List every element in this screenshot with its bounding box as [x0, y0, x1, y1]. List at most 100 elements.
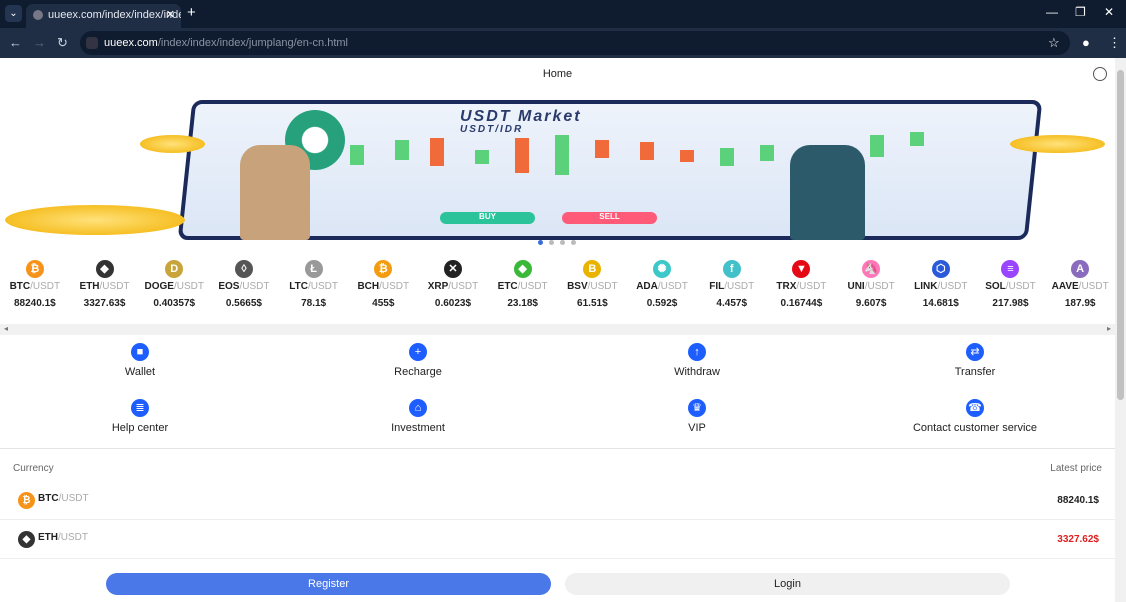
ticker-item[interactable]: ✕ XRP/USDT 0.6023$	[418, 260, 488, 320]
maximize-button[interactable]: ❐	[1075, 5, 1086, 19]
ticker-pair: UNI/USDT	[847, 281, 895, 292]
market-row[interactable]: ₿ BTC/USDT 88240.1$	[0, 481, 1115, 520]
carousel-dot[interactable]	[571, 240, 576, 245]
ticker-item[interactable]: 🦄 UNI/USDT 9.607$	[836, 260, 906, 320]
menu-item-label: Help center	[111, 422, 169, 434]
etc-coin-icon: ◆	[513, 260, 532, 278]
menu-item-investment[interactable]: ⌂ Investment	[318, 399, 518, 434]
arrow-up-icon: ↑	[688, 343, 706, 361]
site-info-icon[interactable]	[86, 37, 98, 49]
browser-toolbar: ← → ↻ uueex.com/index/index/index/jumpla…	[0, 28, 1126, 58]
forward-icon[interactable]: →	[33, 35, 46, 50]
coin-illustration	[5, 205, 185, 235]
url-domain: uueex.com	[104, 37, 158, 49]
btc-coin-icon: ₿	[18, 492, 35, 509]
banner-sell: SELL	[562, 212, 657, 224]
ticker-item[interactable]: f FIL/USDT 4.457$	[697, 260, 767, 320]
profile-icon[interactable]: ●	[1082, 35, 1090, 50]
menu-dots-icon[interactable]: ⋮	[1108, 35, 1121, 51]
ticker-price: 9.607$	[855, 298, 887, 309]
menu-item-transfer[interactable]: ⇄ Transfer	[875, 343, 1075, 378]
ticker-item[interactable]: ✺ ADA/USDT 0.592$	[627, 260, 697, 320]
ticker-price: 14.681$	[922, 298, 959, 309]
btc-coin-icon: ₿	[25, 260, 44, 278]
divider	[0, 448, 1115, 449]
candle	[680, 150, 694, 162]
bank-icon: ⌂	[409, 399, 427, 417]
menu-item-wallet[interactable]: ■ Wallet	[40, 343, 240, 378]
register-button[interactable]: Register	[106, 573, 551, 595]
menu-item-vip[interactable]: ♛ VIP	[597, 399, 797, 434]
ticker-price: 23.18$	[507, 298, 538, 309]
ada-coin-icon: ✺	[653, 260, 672, 278]
globe-icon[interactable]	[1093, 67, 1107, 81]
carousel-dot[interactable]	[538, 240, 543, 245]
ticker-pair: FIL/USDT	[709, 281, 755, 292]
login-button[interactable]: Login	[565, 573, 1010, 595]
ticker-price: 3327.63$	[83, 298, 126, 309]
ticker-pair: LTC/USDT	[289, 281, 338, 292]
carousel-dots[interactable]	[538, 232, 582, 250]
ticker-item[interactable]: Ł LTC/USDT 78.1$	[279, 260, 349, 320]
tab-title: uueex.com/index/index/index/j	[48, 9, 181, 21]
close-window-button[interactable]: ✕	[1104, 5, 1114, 19]
candle	[555, 135, 569, 175]
carousel-dot[interactable]	[560, 240, 565, 245]
banner-carousel[interactable]: USDT Market USDT/IDR BUY SELL	[0, 90, 1115, 240]
ticker-pair: BCH/USDT	[357, 281, 410, 292]
ticker-item[interactable]: ₿ BCH/USDT 455$	[348, 260, 418, 320]
ticker-pair: BSV/USDT	[567, 281, 618, 292]
ticker-item[interactable]: A AAVE/USDT 187.9$	[1045, 260, 1115, 320]
ticker-pair: ETH/USDT	[79, 281, 130, 292]
person-illustration	[790, 145, 865, 240]
bsv-coin-icon: B	[583, 260, 602, 278]
menu-item-contact-customer-service[interactable]: ☎ Contact customer service	[875, 399, 1075, 434]
url-path: /index/index/index/jumplang/en-cn.html	[157, 37, 348, 49]
minimize-button[interactable]: —	[1046, 5, 1058, 19]
ticker-pair: LINK/USDT	[914, 281, 968, 292]
ticker-item[interactable]: ⬡ LINK/USDT 14.681$	[906, 260, 976, 320]
candle	[350, 145, 364, 165]
market-row[interactable]: ◆ ETH/USDT 3327.62$	[0, 520, 1115, 559]
coin-illustration	[1010, 135, 1105, 153]
ticker-item[interactable]: ≡ SOL/USDT 217.98$	[976, 260, 1046, 320]
ticker-item[interactable]: ◆ ETH/USDT 3327.63$	[70, 260, 140, 320]
candle	[720, 148, 734, 166]
ticker-pair: EOS/USDT	[218, 281, 270, 292]
ticker-item[interactable]: D DOGE/USDT 0.40357$	[139, 260, 209, 320]
ticker-item[interactable]: ▼ TRX/USDT 0.16744$	[767, 260, 837, 320]
ticker-price: 0.592$	[646, 298, 678, 309]
ticker-item[interactable]: ◆ ETC/USDT 23.18$	[488, 260, 558, 320]
address-bar[interactable]: uueex.com/index/index/index/jumplang/en-…	[80, 31, 1070, 55]
browser-tab-bar: ⌄ uueex.com/index/index/index/j ✕ + — ❐ ✕	[0, 0, 1126, 28]
person-illustration	[240, 145, 310, 240]
menu-item-help-center[interactable]: ≣ Help center	[40, 399, 240, 434]
page: Home USDT Market USDT/IDR BUY SELL ₿ BTC…	[0, 58, 1115, 602]
bookmark-star-icon[interactable]: ☆	[1048, 35, 1060, 51]
carousel-dot[interactable]	[549, 240, 554, 245]
tab-search-button[interactable]: ⌄	[5, 5, 22, 22]
latest-price-header: Latest price	[1050, 463, 1102, 474]
uni-coin-icon: 🦄	[862, 260, 881, 278]
reload-icon[interactable]: ↻	[57, 35, 68, 51]
scrollbar-thumb[interactable]	[1117, 70, 1124, 400]
candle	[870, 135, 884, 157]
candle	[640, 142, 654, 160]
candle	[760, 145, 774, 161]
ticker-horizontal-scrollbar[interactable]: ◂ ▸	[0, 324, 1115, 335]
page-vertical-scrollbar[interactable]	[1115, 58, 1126, 602]
browser-tab[interactable]: uueex.com/index/index/index/j ✕	[26, 4, 181, 28]
menu-item-recharge[interactable]: + Recharge	[318, 343, 518, 378]
xrp-coin-icon: ✕	[443, 260, 462, 278]
ticker-item[interactable]: ◊ EOS/USDT 0.5665$	[209, 260, 279, 320]
eos-coin-icon: ◊	[234, 260, 253, 278]
menu-item-label: Transfer	[954, 366, 996, 378]
ticker-price: 61.51$	[577, 298, 608, 309]
back-icon[interactable]: ←	[9, 35, 22, 50]
ticker-item[interactable]: ₿ BTC/USDT 88240.1$	[0, 260, 70, 320]
new-tab-button[interactable]: +	[187, 4, 196, 21]
close-tab-icon[interactable]: ✕	[166, 4, 175, 26]
ticker-item[interactable]: B BSV/USDT 61.51$	[558, 260, 628, 320]
ticker-pair: XRP/USDT	[427, 281, 479, 292]
menu-item-withdraw[interactable]: ↑ Withdraw	[597, 343, 797, 378]
